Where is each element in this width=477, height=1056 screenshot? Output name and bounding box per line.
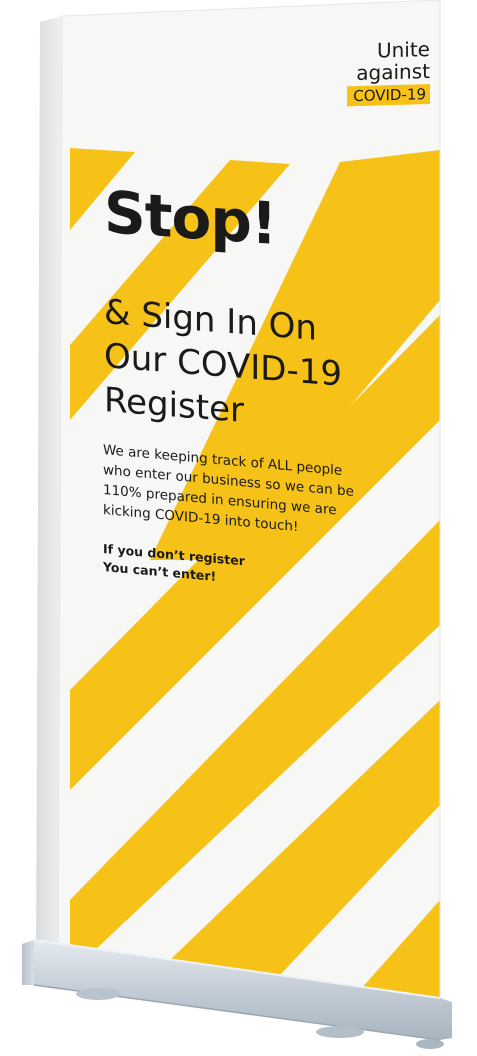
banner-scene: Unite against COVID-19 Stop! & Sign In O… xyxy=(0,0,477,1056)
brand-tag: COVID-19 xyxy=(347,84,430,107)
stand-foot-left xyxy=(76,988,120,1000)
subheading: & Sign In On Our COVID-19 Register xyxy=(104,290,342,441)
stand-foot-right xyxy=(316,1026,364,1038)
brand-logo: Unite against COVID-19 xyxy=(330,37,430,107)
headline: Stop! xyxy=(104,178,277,259)
brand-line-2: against xyxy=(356,59,430,86)
